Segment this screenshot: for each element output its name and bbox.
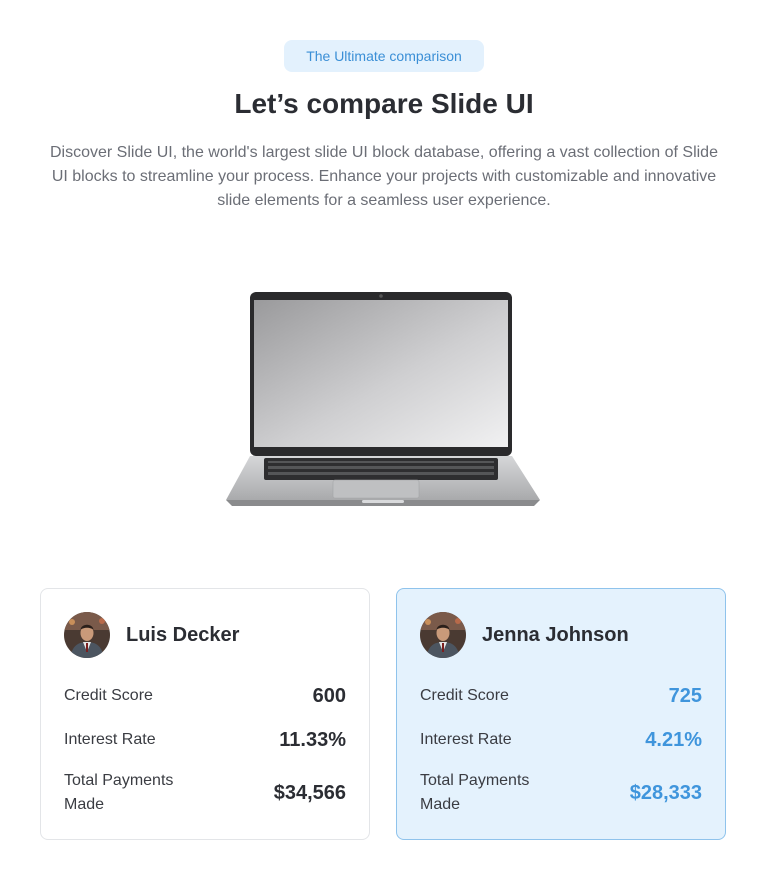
row-label: Total Payments Made: [420, 772, 530, 813]
credit-score-row: Credit Score 600: [64, 684, 346, 708]
row-value: 11.33%: [279, 728, 346, 751]
card-header: Jenna Johnson: [420, 612, 629, 658]
row-value: $34,566: [273, 781, 346, 804]
row-label: Credit Score: [64, 687, 153, 704]
row-value: 4.21%: [645, 728, 702, 751]
row-value: 725: [668, 684, 702, 707]
row-label: Interest Rate: [64, 731, 156, 748]
row-label: Total Payments Made: [64, 772, 174, 813]
row-label: Credit Score: [420, 687, 509, 704]
comparison-card-jenna: Jenna Johnson Credit Score 725 Interest …: [396, 588, 726, 840]
comparison-card-luis: Luis Decker Credit Score 600 Interest Ra…: [40, 588, 370, 840]
page-description: Discover Slide UI, the world's largest s…: [50, 144, 718, 209]
avatar: [64, 612, 110, 658]
page-title: Let’s compare Slide UI: [234, 88, 534, 119]
total-payments-row: Total Payments Made $28,333: [420, 769, 702, 817]
row-value: 600: [312, 684, 346, 707]
laptop-image: [224, 290, 544, 510]
person-name: Jenna Johnson: [482, 623, 629, 646]
row-value: $28,333: [629, 781, 702, 804]
interest-rate-row: Interest Rate 11.33%: [64, 728, 346, 752]
credit-score-row: Credit Score 725: [420, 684, 702, 708]
total-payments-row: Total Payments Made $34,566: [64, 769, 346, 817]
interest-rate-row: Interest Rate 4.21%: [420, 728, 702, 752]
row-label: Interest Rate: [420, 731, 512, 748]
section-badge: The Ultimate comparison: [284, 40, 484, 72]
person-name: Luis Decker: [126, 623, 240, 646]
card-header: Luis Decker: [64, 612, 239, 658]
avatar: [420, 612, 466, 658]
